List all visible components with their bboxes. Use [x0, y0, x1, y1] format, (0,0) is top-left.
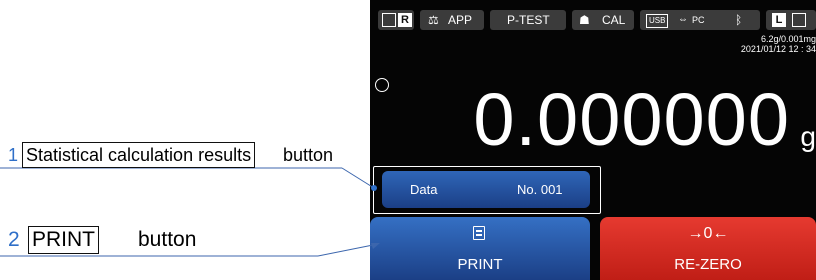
callout-label-box: PRINT — [28, 226, 99, 254]
leader-diagonal-2 — [317, 243, 379, 257]
leader-arrow-2 — [371, 243, 380, 249]
leader-dot-1 — [371, 185, 377, 191]
callout-label-box: Statistical calculation results — [22, 142, 256, 168]
callout-number: 2 — [8, 228, 20, 251]
leader-lines — [0, 167, 380, 257]
callout-number: 1 — [8, 145, 19, 165]
callout-suffix: button — [283, 145, 334, 165]
leader-diagonal-1 — [341, 167, 375, 189]
callout-suffix: button — [138, 228, 197, 251]
